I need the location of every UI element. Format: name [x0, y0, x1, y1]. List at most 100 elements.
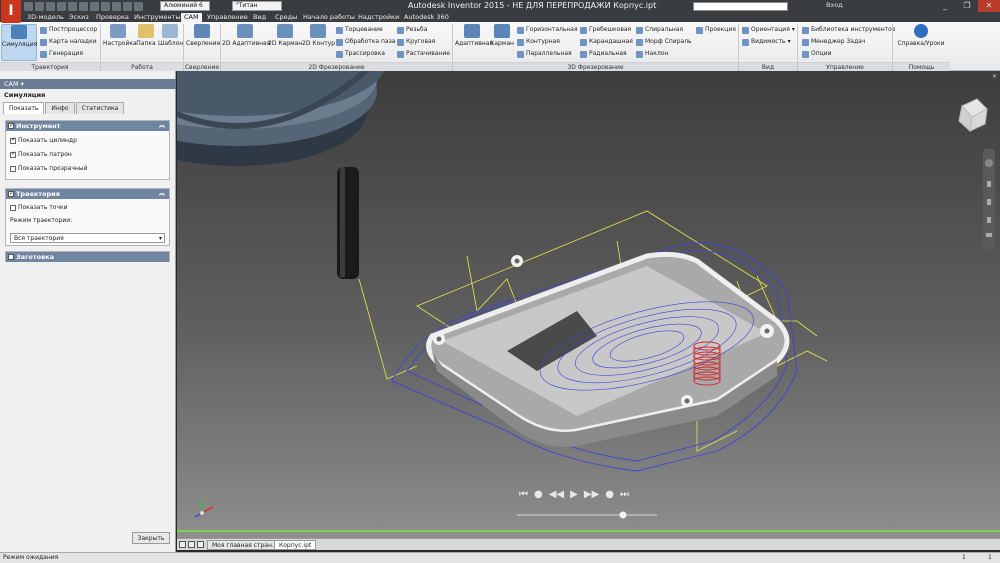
next-point-icon[interactable]: ● [605, 489, 614, 500]
orientation-dropdown[interactable]: Ориентация ▾ [742, 26, 795, 34]
options-button[interactable]: Опции [802, 50, 832, 58]
view-cube[interactable] [958, 98, 988, 133]
trajectory-mode-select[interactable]: Вся траектория ▾ [10, 233, 165, 243]
tab-statistics[interactable]: Статистика [75, 102, 125, 114]
horizontal-button[interactable]: Горизонтальная [517, 26, 578, 34]
postprocessor-button[interactable]: Постпроцессор [40, 26, 97, 34]
redo-icon[interactable] [68, 2, 77, 11]
doc-tab-home[interactable]: Моя главная стран... [207, 540, 283, 550]
parallel-button[interactable]: Параллельная [517, 50, 572, 58]
tab-manage[interactable]: Управление [207, 13, 248, 22]
previous-point-icon[interactable]: ● [534, 489, 543, 500]
collapse-icon[interactable]: ︽ [159, 121, 165, 131]
sign-in-label[interactable]: Вход [826, 1, 843, 9]
open-icon[interactable] [35, 2, 44, 11]
show-transparent-option[interactable]: Показать прозрачный [10, 165, 87, 173]
viewport-close-icon[interactable]: ✕ [992, 73, 997, 80]
tab-cam[interactable]: CAM [181, 13, 202, 22]
spiral-button[interactable]: Спиральная [636, 26, 683, 34]
scallop-button[interactable]: Гребешковая [580, 26, 631, 34]
trace-button[interactable]: Трассировка [336, 50, 385, 58]
tool-section-header[interactable]: Инструмент ︽ [6, 121, 169, 131]
application-menu-button[interactable]: I [1, 0, 21, 23]
measure-icon[interactable] [112, 2, 121, 11]
slot-button[interactable]: Обработка паза [336, 38, 395, 46]
adaptive-3d-button[interactable]: Адаптивная [455, 24, 493, 47]
stock-section-checkbox[interactable] [8, 254, 14, 260]
cascade-icon[interactable] [188, 541, 195, 548]
task-manager-button[interactable]: Менеджер Задач [802, 38, 865, 46]
checkbox[interactable] [10, 136, 16, 144]
go-to-end-icon[interactable]: ⏭ [620, 489, 629, 500]
tab-inspect[interactable]: Проверка [96, 13, 129, 22]
contour-2d-button[interactable]: 2D Контур [302, 24, 335, 47]
update-icon[interactable] [101, 2, 110, 11]
adaptive-2d-button[interactable]: 2D Адаптивная [222, 24, 270, 47]
tool-library-button[interactable]: Библиотека инструментов [802, 26, 895, 34]
facing-button[interactable]: Торцевание [336, 26, 383, 34]
tab-tools[interactable]: Инструменты [134, 13, 181, 22]
pencil-button[interactable]: Карандашная [580, 38, 633, 46]
help-button[interactable]: Справка/Уроки [896, 24, 946, 47]
trajectory-section-checkbox[interactable] [8, 189, 14, 199]
stock-section-header[interactable]: Заготовка [6, 252, 169, 262]
save-icon[interactable] [46, 2, 55, 11]
search-input[interactable] [693, 2, 788, 11]
minimize-icon[interactable]: _ [934, 0, 956, 12]
bore-button[interactable]: Растачивание [397, 50, 450, 58]
contour-3d-button[interactable]: Контурная [517, 38, 560, 46]
tab-get-started[interactable]: Начало работы [303, 13, 355, 22]
show-points-option[interactable]: Показать точки [10, 204, 68, 212]
radial-button[interactable]: Радиальная [580, 50, 627, 58]
close-button[interactable]: Закрыть [132, 532, 170, 544]
trajectory-section-header[interactable]: Траектория ︽ [6, 189, 169, 199]
playback-slider[interactable] [517, 511, 657, 519]
timeline-progress[interactable] [177, 530, 1000, 532]
pocket-2d-button[interactable]: 2D Карман [268, 24, 302, 47]
graphics-viewport[interactable]: ✕ ⏮ ● ◀◀ ▶ ▶▶ ● ⏭ [177, 71, 1000, 538]
checkbox[interactable] [10, 166, 16, 172]
circular-button[interactable]: Круговая [397, 38, 435, 46]
visibility-dropdown[interactable]: Видимость ▾ [742, 38, 791, 46]
checkbox[interactable] [10, 150, 16, 158]
pocket-3d-button[interactable]: Карман [490, 24, 514, 47]
tool-section-checkbox[interactable] [8, 121, 14, 131]
tab-info[interactable]: Инфо [45, 102, 75, 114]
tab-add-ins[interactable]: Надстройки [358, 13, 399, 22]
thread-button[interactable]: Резьба [397, 26, 427, 34]
maximize-icon[interactable]: ❐ [956, 0, 978, 12]
morph-spiral-button[interactable]: Морф Спираль [636, 38, 692, 46]
tab-3d-model[interactable]: 3D-модель [27, 13, 64, 22]
more-icon[interactable] [134, 2, 143, 11]
drill-button[interactable]: Сверление [186, 24, 220, 47]
tab-show[interactable]: Показать [3, 102, 45, 114]
undo-icon[interactable] [57, 2, 66, 11]
generate-button[interactable]: Генерация [40, 50, 83, 58]
tab-view[interactable]: Вид [253, 13, 266, 22]
tab-environments[interactable]: Среды [275, 13, 297, 22]
step-back-icon[interactable]: ◀◀ [549, 489, 564, 500]
home-icon[interactable] [79, 2, 88, 11]
step-forward-icon[interactable]: ▶▶ [584, 489, 599, 500]
setup-button[interactable]: Настройка [103, 24, 137, 47]
appearance-combo[interactable]: "Титан [232, 1, 282, 11]
properties-icon[interactable] [123, 2, 132, 11]
checkbox[interactable] [10, 205, 16, 211]
projection-button[interactable]: Проекция [696, 26, 736, 34]
template-button[interactable]: Шаблон [158, 24, 183, 47]
simulate-button[interactable]: Симуляция [1, 24, 37, 61]
show-holder-option[interactable]: Показать патрон [10, 150, 72, 159]
navigation-bar[interactable] [983, 149, 995, 249]
go-to-start-icon[interactable]: ⏮ [519, 489, 528, 500]
collapse-icon[interactable]: ︽ [159, 189, 165, 199]
doc-tab-korpus[interactable]: Корпус.ipt [274, 540, 317, 550]
show-cylinder-option[interactable]: Показать цилиндр [10, 136, 77, 145]
play-icon[interactable]: ▶ [570, 489, 578, 500]
ramp-button[interactable]: Наклон [636, 50, 668, 58]
tab-autodesk-360[interactable]: Autodesk 360 [404, 13, 449, 22]
select-icon[interactable] [90, 2, 99, 11]
new-icon[interactable] [24, 2, 33, 11]
material-combo[interactable]: Алюминий 6 [160, 1, 210, 11]
tile-icon[interactable] [179, 541, 186, 548]
close-window-icon[interactable]: ✕ [978, 0, 1000, 12]
